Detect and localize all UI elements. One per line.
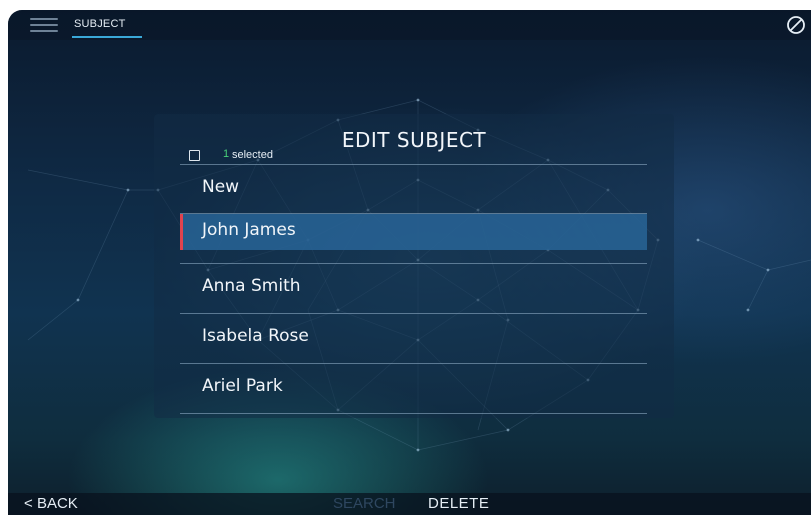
list-item[interactable]: Ariel Park <box>180 364 647 414</box>
delete-button[interactable]: DELETE <box>428 495 489 512</box>
selected-count: 1 <box>223 148 230 160</box>
tab-active-indicator <box>72 36 142 38</box>
bottom-bar: < BACK SEARCH DELETE <box>8 493 811 515</box>
list-item[interactable]: Anna Smith <box>180 264 647 314</box>
search-button[interactable]: SEARCH <box>333 495 396 512</box>
selected-row-highlight: John James <box>180 214 647 250</box>
list-item-label: Anna Smith <box>202 276 301 296</box>
edit-subject-panel: EDIT SUBJECT 1 selected New John James A… <box>154 114 674 418</box>
prohibited-circle-icon[interactable] <box>786 15 806 35</box>
list-item-label: Ariel Park <box>202 376 283 396</box>
back-button[interactable]: < BACK <box>24 495 78 512</box>
selection-marker <box>180 214 183 250</box>
list-item-label: New <box>202 177 240 197</box>
list-item-label: Isabela Rose <box>202 326 309 346</box>
list-item[interactable]: New <box>180 164 647 214</box>
back-label: BACK <box>36 495 78 512</box>
tab-subject[interactable]: SUBJECT <box>74 18 126 30</box>
app-screen: SUBJECT EDIT SUBJECT 1 selected New John… <box>8 10 811 515</box>
select-all-checkbox[interactable] <box>189 150 200 161</box>
list-item-label: John James <box>202 220 296 240</box>
selected-label: selected <box>232 149 273 161</box>
hamburger-menu-icon[interactable] <box>30 16 60 34</box>
list-item[interactable]: John James <box>180 214 647 264</box>
list-item[interactable]: Isabela Rose <box>180 314 647 364</box>
chevron-left-icon: < <box>24 495 37 512</box>
top-bar: SUBJECT <box>8 10 811 40</box>
